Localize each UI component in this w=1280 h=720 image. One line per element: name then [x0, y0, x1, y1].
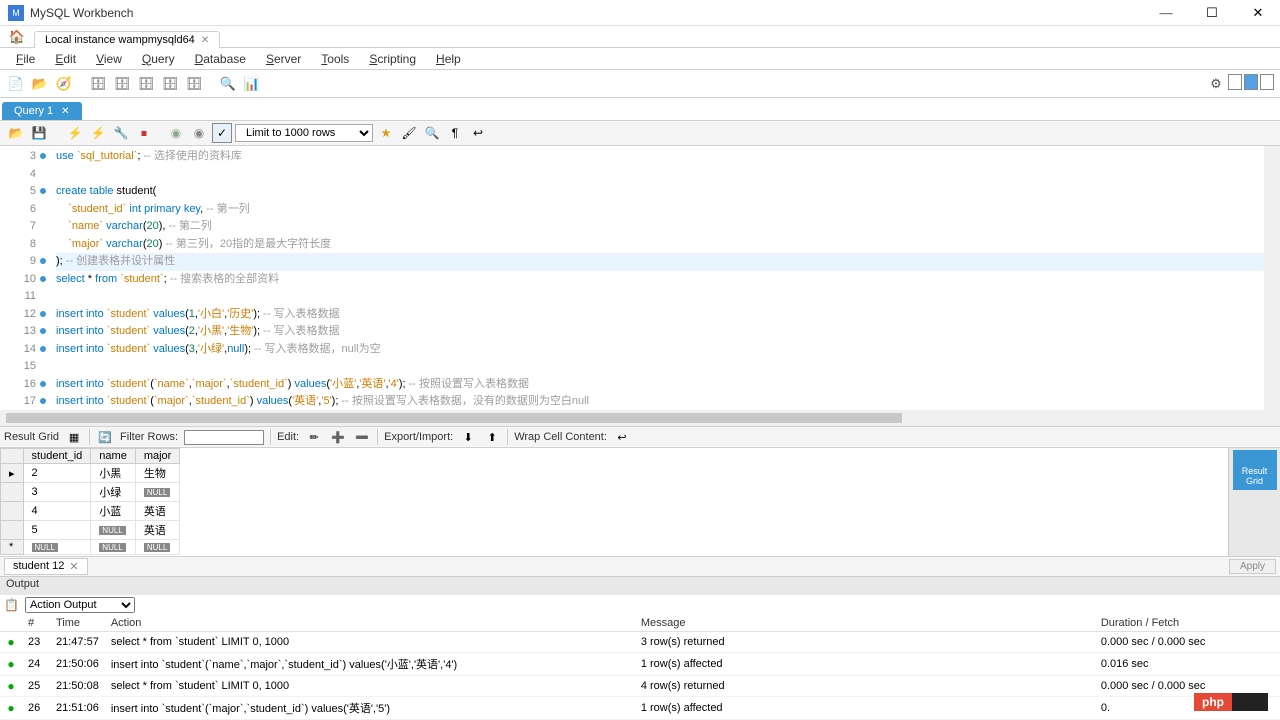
stop-icon[interactable]: ⏹	[134, 123, 154, 143]
close-result-icon[interactable]: ✕	[69, 560, 78, 573]
line-gutter: 34567891011121314151617	[0, 146, 42, 410]
add-row-icon[interactable]: ➕	[329, 428, 347, 446]
menu-tools[interactable]: Tools	[311, 50, 359, 68]
explain-icon[interactable]: 🔧	[111, 123, 131, 143]
code-area[interactable]: use `sql_tutorial`; -- 选择使用的资料库 create t…	[56, 146, 1264, 410]
result-tabs: student 12 ✕ Apply	[0, 556, 1280, 576]
edit-label: Edit:	[277, 431, 299, 443]
menu-scripting[interactable]: Scripting	[359, 50, 426, 68]
autocommit-icon[interactable]: ✓	[212, 123, 232, 143]
export-label: Export/Import:	[384, 431, 453, 443]
apply-button[interactable]: Apply	[1229, 559, 1276, 574]
php-badge: php	[1194, 693, 1232, 711]
db-icon-5[interactable]: 🗄	[184, 74, 204, 94]
search-icon[interactable]: 🔍	[218, 74, 238, 94]
app-icon: M	[8, 5, 24, 21]
query-tab-label: Query 1	[14, 105, 53, 117]
menu-file[interactable]: File	[6, 50, 45, 68]
result-side-panel: Result Grid	[1228, 448, 1280, 556]
import-icon[interactable]: ⬆	[483, 428, 501, 446]
filter-input[interactable]	[184, 430, 264, 445]
close-button[interactable]: ✕	[1244, 3, 1272, 23]
delete-row-icon[interactable]: ➖	[353, 428, 371, 446]
view-right-toggle[interactable]	[1260, 74, 1274, 90]
menu-help[interactable]: Help	[426, 50, 471, 68]
menu-database[interactable]: Database	[185, 50, 256, 68]
menu-edit[interactable]: Edit	[45, 50, 86, 68]
save-icon[interactable]: 💾	[29, 123, 49, 143]
limit-rows-select[interactable]: Limit to 1000 rows	[235, 124, 373, 142]
output-icon[interactable]: 📋	[4, 598, 19, 612]
result-area: student_idnamemajor▸2小黑生物3小绿NULL4小蓝英语5NU…	[0, 448, 1280, 556]
connection-tab-row: 🏠 Local instance wampmysqld64 ✕	[0, 26, 1280, 48]
commit-icon[interactable]: ◉	[166, 123, 186, 143]
execute-icon[interactable]: ⚡	[65, 123, 85, 143]
home-icon[interactable]: 🏠	[4, 27, 30, 47]
grid-view-icon[interactable]: ▦	[65, 428, 83, 446]
dashboard-icon[interactable]: 📊	[242, 74, 262, 94]
query-tabs: Query 1 ✕	[0, 98, 1280, 120]
close-query-icon[interactable]: ✕	[61, 106, 69, 117]
view-mid-toggle[interactable]	[1244, 74, 1258, 90]
db-icon-3[interactable]: 🗄	[136, 74, 156, 94]
titlebar: M MySQL Workbench — ☐ ✕	[0, 0, 1280, 26]
connection-tab[interactable]: Local instance wampmysqld64 ✕	[34, 31, 220, 48]
result-grid-side-button[interactable]: Result Grid	[1233, 450, 1277, 490]
minimize-button[interactable]: —	[1152, 3, 1180, 23]
menubar: FileEditViewQueryDatabaseServerToolsScri…	[0, 48, 1280, 70]
close-tab-icon[interactable]: ✕	[201, 35, 209, 46]
wrap-icon[interactable]: ↩	[468, 123, 488, 143]
result-tab-label: student 12	[13, 560, 64, 573]
open-file-icon[interactable]: 📂	[6, 123, 26, 143]
window-controls: — ☐ ✕	[1152, 3, 1272, 23]
editor-vscroll[interactable]	[1264, 146, 1280, 410]
filter-rows-label: Filter Rows:	[120, 431, 178, 443]
output-type-select[interactable]: Action Output	[25, 597, 135, 613]
gear-icon[interactable]: ⚙	[1206, 74, 1226, 94]
beautify-icon[interactable]: 🖌	[399, 123, 419, 143]
db-icon-2[interactable]: 🗄	[112, 74, 132, 94]
star-icon[interactable]: ★	[376, 123, 396, 143]
editor-toolbar: 📂 💾 ⚡ ⚡ 🔧 ⏹ ◉ ◉ ✓ Limit to 1000 rows ★ 🖌…	[0, 120, 1280, 146]
rollback-icon[interactable]: ◉	[189, 123, 209, 143]
execute-current-icon[interactable]: ⚡	[88, 123, 108, 143]
filter-icon[interactable]: 🔄	[96, 428, 114, 446]
main-toolbar: 📄 📂 🧭 🗄 🗄 🗄 🗄 🗄 🔍 📊 ⚙	[0, 70, 1280, 98]
app-title: MySQL Workbench	[30, 6, 133, 20]
sql-editor[interactable]: 34567891011121314151617 use `sql_tutoria…	[0, 146, 1280, 410]
output-list[interactable]: #TimeActionMessageDuration / Fetch●2321:…	[0, 615, 1280, 720]
result-toolbar: Result Grid ▦ 🔄 Filter Rows: Edit: ✏ ➕ ➖…	[0, 426, 1280, 448]
result-grid[interactable]: student_idnamemajor▸2小黑生物3小绿NULL4小蓝英语5NU…	[0, 448, 180, 555]
connection-tab-label: Local instance wampmysqld64	[45, 34, 195, 46]
editor-hscroll[interactable]	[0, 410, 1280, 426]
wrap-cell-icon[interactable]: ↩	[613, 428, 631, 446]
view-left-toggle[interactable]	[1228, 74, 1242, 90]
menu-server[interactable]: Server	[256, 50, 311, 68]
result-grid-wrap[interactable]: student_idnamemajor▸2小黑生物3小绿NULL4小蓝英语5NU…	[0, 448, 1228, 556]
invisible-icon[interactable]: ¶	[445, 123, 465, 143]
inspector-icon[interactable]: 🧭	[54, 74, 74, 94]
dark-badge	[1232, 693, 1268, 711]
edit-icon[interactable]: ✏	[305, 428, 323, 446]
open-sql-icon[interactable]: 📂	[30, 74, 50, 94]
menu-view[interactable]: View	[86, 50, 132, 68]
maximize-button[interactable]: ☐	[1198, 3, 1226, 23]
export-icon[interactable]: ⬇	[459, 428, 477, 446]
wrap-label: Wrap Cell Content:	[514, 431, 607, 443]
watermark: php	[1194, 693, 1268, 711]
output-type-row: 📋 Action Output	[0, 595, 1280, 615]
new-sql-icon[interactable]: 📄	[6, 74, 26, 94]
result-grid-label: Result Grid	[4, 431, 59, 443]
result-tab[interactable]: student 12 ✕	[4, 558, 88, 575]
output-header: Output	[0, 576, 1280, 595]
query-tab[interactable]: Query 1 ✕	[2, 102, 82, 120]
db-icon[interactable]: 🗄	[88, 74, 108, 94]
menu-query[interactable]: Query	[132, 50, 185, 68]
db-icon-4[interactable]: 🗄	[160, 74, 180, 94]
find-icon[interactable]: 🔍	[422, 123, 442, 143]
